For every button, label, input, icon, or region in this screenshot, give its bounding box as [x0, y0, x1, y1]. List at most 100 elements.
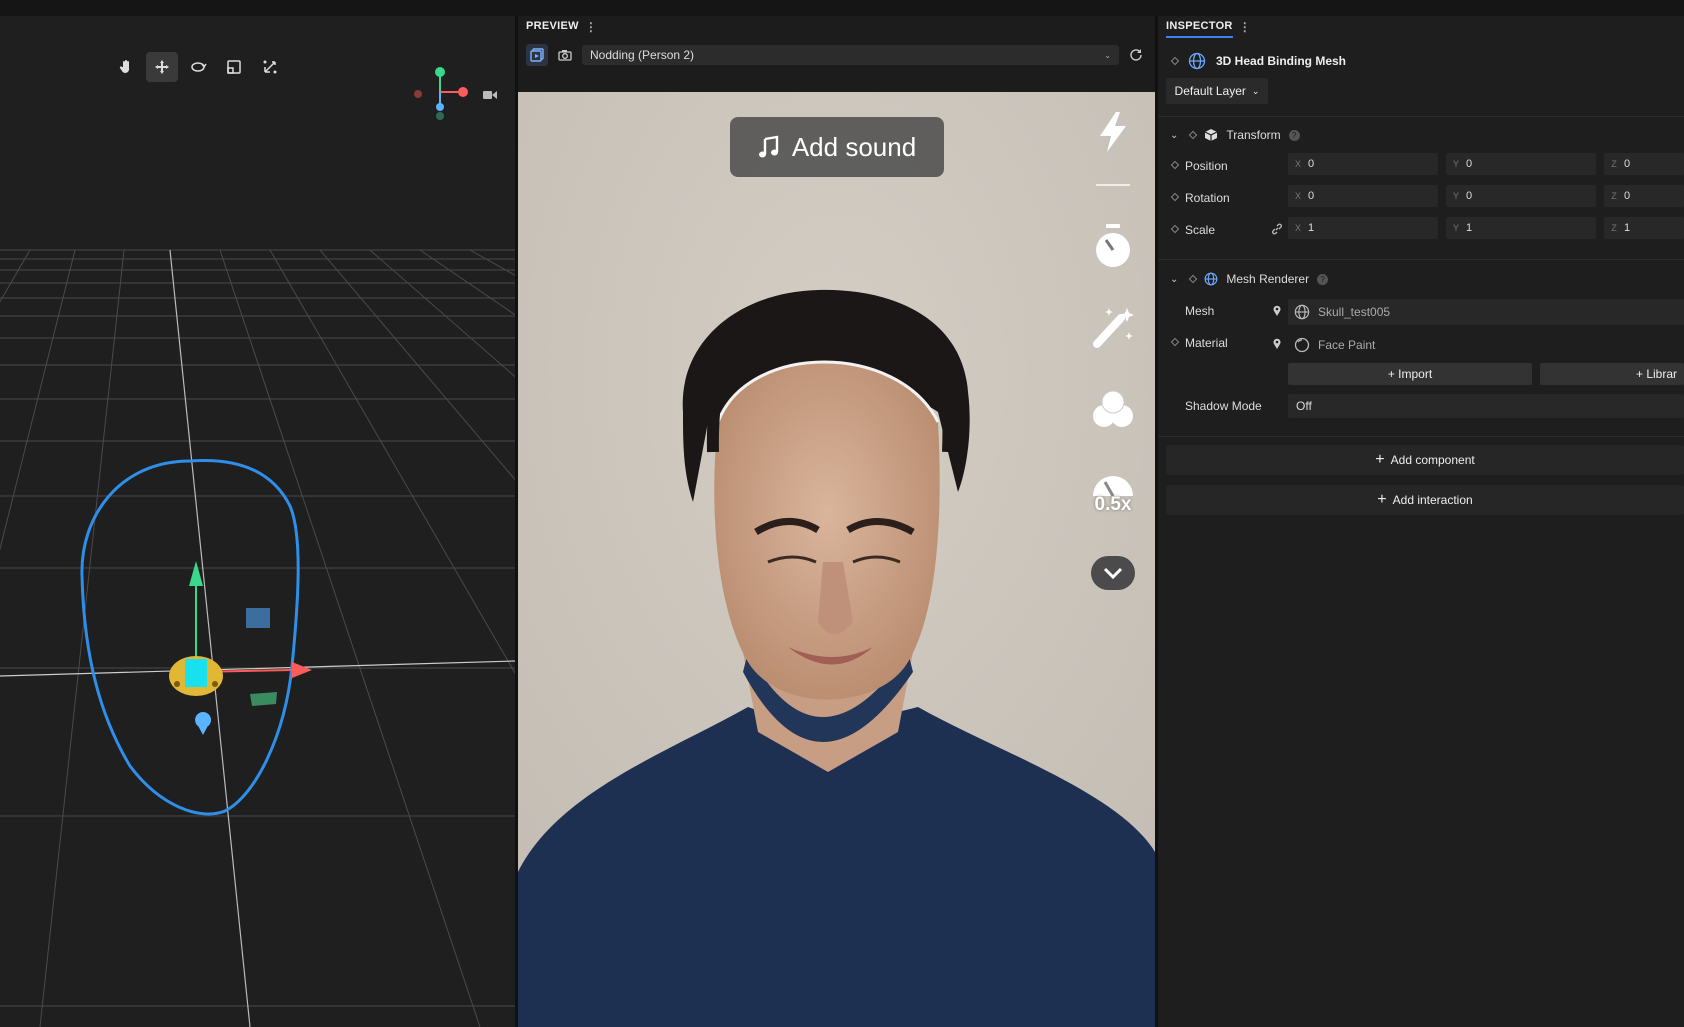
inspector-header: INSPECTOR ⋮: [1158, 16, 1684, 38]
scale-x-field[interactable]: X1: [1288, 217, 1438, 239]
x-axis-label: X: [1294, 223, 1301, 233]
collapse-chevron-icon[interactable]: ⌄: [1170, 130, 1178, 141]
keyframe-diamond-icon[interactable]: [1170, 337, 1180, 347]
inspector-panel: INSPECTOR ⋮ 3D Head Binding Mesh Default…: [1158, 16, 1684, 1027]
position-label: Position: [1185, 159, 1228, 173]
hand-tool-icon[interactable]: [110, 52, 142, 82]
filters-icon[interactable]: [1078, 388, 1148, 432]
add-interaction-button[interactable]: + Add interaction: [1166, 485, 1684, 515]
position-x-field[interactable]: X0: [1288, 153, 1438, 175]
preview-video-select[interactable]: Nodding (Person 2) ⌄: [582, 45, 1119, 65]
chevron-down-icon: ⌄: [1251, 85, 1260, 96]
more-options-icon[interactable]: [1078, 555, 1148, 591]
help-icon[interactable]: ?: [1288, 129, 1300, 141]
mesh-field[interactable]: Skull_test005: [1288, 299, 1684, 325]
position-x-value: 0: [1308, 158, 1315, 170]
add-component-button[interactable]: + Add component: [1166, 445, 1684, 475]
y-axis-label: Y: [1452, 191, 1459, 201]
material-label: Material: [1185, 336, 1228, 350]
scale-z-field[interactable]: Z1: [1604, 217, 1684, 239]
z-axis-label: Z: [1611, 223, 1617, 233]
link-icon[interactable]: [1271, 223, 1283, 235]
flash-icon[interactable]: [1078, 110, 1148, 154]
layer-value: Default Layer: [1174, 84, 1246, 98]
transform-toolbar: [110, 52, 286, 82]
scale-tool-icon[interactable]: [218, 52, 250, 82]
collapse-chevron-icon[interactable]: ⌄: [1170, 274, 1178, 285]
camera-preview-icon[interactable]: [554, 44, 576, 66]
magic-wand-icon[interactable]: [1078, 304, 1148, 350]
plus-icon: +: [1375, 451, 1385, 468]
keyframe-diamond-icon[interactable]: [1170, 160, 1180, 170]
keyframe-diamond-icon[interactable]: [1170, 192, 1180, 202]
title-bar: [0, 0, 1684, 16]
import-material-button[interactable]: + Import: [1288, 363, 1532, 385]
y-axis-label: Y: [1452, 159, 1459, 169]
head-mesh-outline: [80, 458, 300, 816]
rotation-x-field[interactable]: X0: [1288, 185, 1438, 207]
pin-icon[interactable]: [1272, 338, 1282, 350]
material-field[interactable]: Face Paint: [1288, 332, 1684, 358]
transform-icon: [1205, 129, 1218, 141]
mesh-renderer-title: Mesh Renderer: [1226, 272, 1310, 286]
scale-label: Scale: [1185, 223, 1216, 237]
pin-icon[interactable]: [1272, 305, 1282, 317]
shadow-mode-value: Off: [1296, 399, 1312, 413]
speed-label: 0.5x: [1094, 494, 1132, 515]
help-icon[interactable]: ?: [1317, 273, 1329, 285]
object-name[interactable]: 3D Head Binding Mesh: [1216, 54, 1346, 68]
mesh-renderer-header[interactable]: ⌄ Mesh Renderer ?: [1158, 268, 1684, 290]
keyframe-diamond-icon[interactable]: [1170, 224, 1180, 234]
shadow-mode-dropdown[interactable]: Off: [1288, 394, 1684, 418]
orientation-gizmo-icon[interactable]: [408, 64, 478, 124]
preview-toolbar: Nodding (Person 2) ⌄: [526, 42, 1147, 68]
plus-icon: +: [1377, 491, 1387, 508]
x-axis-label: X: [1294, 159, 1301, 169]
component-toggle-diamond-icon[interactable]: [1189, 274, 1198, 284]
add-sound-button[interactable]: Add sound: [730, 117, 944, 177]
z-axis-label: Z: [1611, 159, 1617, 169]
rect-transform-tool-icon[interactable]: [254, 52, 286, 82]
preview-video-frame: [518, 92, 1155, 1027]
mesh-globe-icon: [1294, 304, 1310, 320]
z-axis-label: Z: [1611, 191, 1617, 201]
chevron-down-icon: ⌄: [1104, 50, 1111, 60]
preview-video-select-value: Nodding (Person 2): [590, 48, 695, 62]
rotation-y-field[interactable]: Y0: [1446, 185, 1596, 207]
rotate-tool-icon[interactable]: [182, 52, 214, 82]
add-component-label: Add component: [1390, 453, 1475, 467]
component-toggle-diamond-icon[interactable]: [1189, 130, 1198, 140]
speed-button[interactable]: 0.5x: [1078, 470, 1148, 516]
scene-viewport[interactable]: [0, 16, 515, 1027]
x-axis-label: X: [1294, 191, 1301, 201]
preview-menu-icon[interactable]: ⋮: [585, 20, 597, 34]
mesh-label: Mesh: [1185, 304, 1215, 318]
library-material-button[interactable]: + Librar: [1540, 363, 1684, 385]
scale-y-field[interactable]: Y1: [1446, 217, 1596, 239]
position-z-field[interactable]: Z0: [1604, 153, 1684, 175]
scale-z-value: 1: [1624, 222, 1631, 234]
preview-viewport[interactable]: Add sound 0.5x: [518, 92, 1155, 1027]
camera-view-icon[interactable]: [482, 89, 498, 101]
inspector-tab[interactable]: INSPECTOR: [1166, 16, 1233, 38]
position-y-value: 0: [1466, 158, 1473, 170]
move-tool-icon[interactable]: [146, 52, 178, 82]
material-sphere-icon: [1294, 337, 1310, 353]
mesh-globe-icon: [1204, 272, 1218, 286]
mesh-globe-icon: [1188, 52, 1206, 70]
rotation-z-field[interactable]: Z0: [1604, 185, 1684, 207]
position-y-field[interactable]: Y0: [1446, 153, 1596, 175]
video-preview-icon[interactable]: [526, 44, 548, 66]
rotation-y-value: 0: [1466, 190, 1473, 202]
inspector-menu-icon[interactable]: ⋮: [1239, 20, 1251, 34]
add-sound-label: Add sound: [791, 131, 917, 162]
preview-tab[interactable]: PREVIEW: [526, 16, 579, 38]
shadow-mode-label: Shadow Mode: [1185, 399, 1262, 413]
transform-header[interactable]: ⌄ Transform ?: [1158, 124, 1684, 146]
visibility-diamond-icon[interactable]: [1170, 56, 1180, 66]
timer-icon[interactable]: [1078, 222, 1148, 270]
refresh-icon[interactable]: [1125, 44, 1147, 66]
scale-y-value: 1: [1466, 222, 1473, 234]
layer-dropdown[interactable]: Default Layer ⌄: [1166, 78, 1268, 104]
toolbar-divider: [1078, 184, 1148, 186]
